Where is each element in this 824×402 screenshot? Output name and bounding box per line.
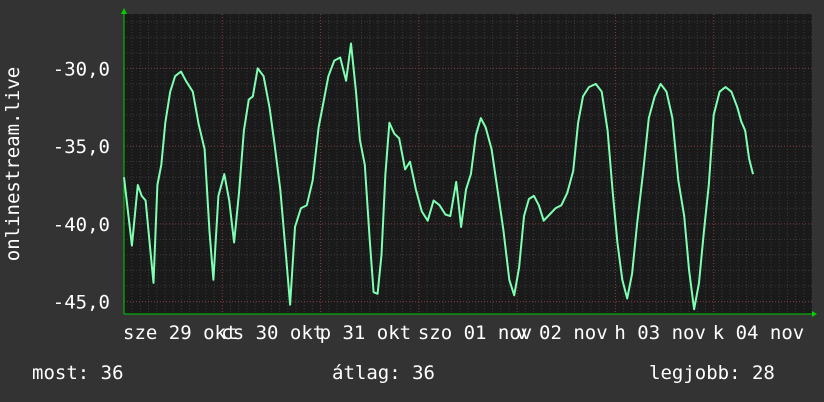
y-axis-arrow (121, 8, 127, 14)
x-tick-label: cs 30 okt (221, 322, 324, 344)
y-axis-label: onlinestream.live (2, 67, 24, 261)
summary-footer: most: 36 átlag: 36 legjobb: 28 (0, 362, 824, 388)
x-tick-label: k 04 nov (713, 322, 805, 344)
x-axis-arrow (812, 311, 817, 317)
x-tick-label: p 31 okt (320, 322, 412, 344)
x-tick-label: sze 29 okt (123, 322, 237, 344)
y-tick-label: -30,0 (53, 58, 110, 80)
x-tick-label: h 03 nov (614, 322, 706, 344)
y-tick-label: -40,0 (53, 214, 110, 236)
current-value: most: 36 (32, 362, 124, 384)
x-tick-label: szo 01 nov (418, 322, 532, 344)
average-value: átlag: 36 (332, 362, 435, 384)
x-axis-ticks: sze 29 oktcs 30 oktp 31 okt szo 01 novv 0… (123, 322, 804, 344)
x-tick-label: v 02 nov (516, 322, 608, 344)
temperature-line-chart: -30,0 -35,0 -40,0 -45,0 sze 29 oktcs 30 okt… (2, 8, 817, 344)
y-tick-label: -45,0 (53, 292, 110, 314)
y-tick-label: -35,0 (53, 136, 110, 158)
y-axis-ticks: -30,0 -35,0 -40,0 -45,0 (53, 58, 110, 313)
best-value: legjobb: 28 (649, 362, 775, 384)
